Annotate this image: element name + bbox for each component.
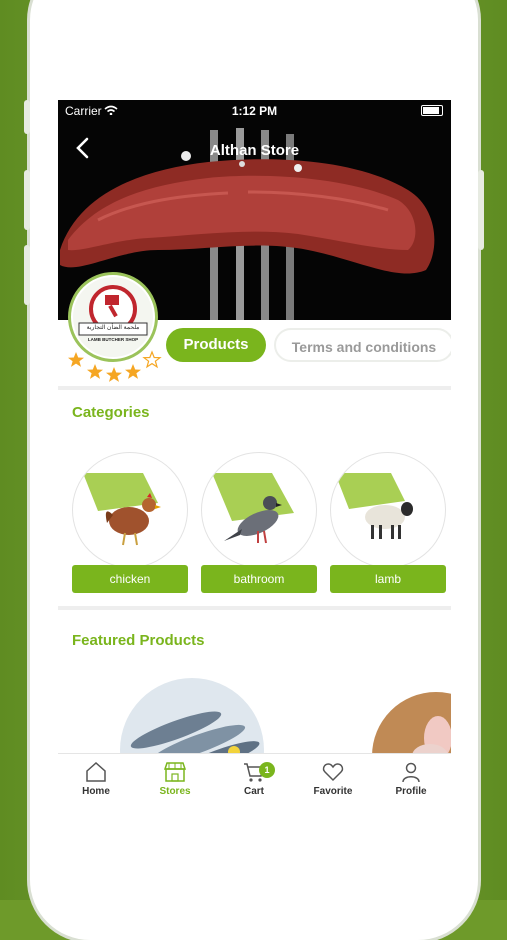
tab-products[interactable]: Products — [166, 328, 266, 362]
tab-stores[interactable]: Stores — [140, 760, 210, 797]
store-title: Althan Store — [209, 142, 300, 159]
logo-arabic-text: ملحمة الضأن التجارية — [86, 325, 140, 331]
tab-home-label: Home — [82, 786, 110, 797]
phone-side-button — [24, 100, 30, 134]
store-icon — [163, 762, 187, 782]
star-empty-icon — [142, 350, 162, 369]
star-filled-icon — [68, 352, 84, 367]
heart-icon — [322, 763, 344, 782]
tab-stores-label: Stores — [159, 786, 191, 797]
category-image — [330, 452, 446, 568]
store-rating — [68, 350, 162, 382]
store-tabs: Products Terms and conditions — [166, 328, 451, 364]
category-card[interactable]: bathroom — [201, 452, 317, 597]
phone-side-button — [478, 170, 484, 250]
pigeon-icon — [212, 473, 294, 544]
clock: 1:12 PM — [231, 104, 278, 118]
home-icon — [86, 761, 106, 782]
profile-icon — [402, 762, 420, 783]
section-divider — [58, 386, 451, 390]
category-image — [201, 452, 317, 568]
phone-side-button — [24, 245, 30, 305]
star-filled-icon — [125, 364, 141, 379]
tab-profile-label: Profile — [395, 786, 427, 797]
category-label: lamb — [330, 565, 446, 593]
category-card[interactable]: lamb — [330, 452, 446, 597]
featured-products-title: Featured Products — [72, 632, 205, 649]
tab-terms-and-conditions[interactable]: Terms and conditions — [274, 328, 451, 362]
category-label: chicken — [72, 565, 188, 593]
bottom-tab-bar: Home Stores 1 Cart Favorite Profile — [58, 753, 451, 814]
phone-side-button — [24, 170, 30, 230]
battery-icon — [421, 105, 443, 116]
chicken-icon — [83, 473, 161, 546]
category-image — [72, 452, 188, 568]
logo-english-text: LAMB BUTCHER SHOP — [87, 337, 139, 342]
tab-cart-label: Cart — [243, 786, 264, 797]
sheep-icon — [335, 473, 413, 539]
section-divider — [58, 606, 451, 610]
featured-products-list — [58, 678, 451, 758]
product-fish-image[interactable] — [120, 678, 264, 758]
star-filled-icon — [87, 364, 103, 379]
category-card[interactable]: chicken — [72, 452, 188, 597]
tab-cart[interactable]: 1 Cart — [219, 760, 289, 797]
app-screen: Carrier 1:12 PM Althan Store ملحمة الضأن… — [58, 100, 451, 900]
tab-favorite-label: Favorite — [313, 786, 353, 797]
product-meat-image[interactable] — [372, 692, 451, 758]
status-bar: Carrier 1:12 PM — [58, 100, 451, 122]
tab-favorite[interactable]: Favorite — [298, 760, 368, 797]
tab-home[interactable]: Home — [61, 760, 131, 797]
categories-title: Categories — [72, 404, 150, 421]
cart-badge: 1 — [259, 762, 275, 778]
tab-profile[interactable]: Profile — [376, 760, 446, 797]
star-filled-icon — [106, 367, 122, 382]
category-label: bathroom — [201, 565, 317, 593]
